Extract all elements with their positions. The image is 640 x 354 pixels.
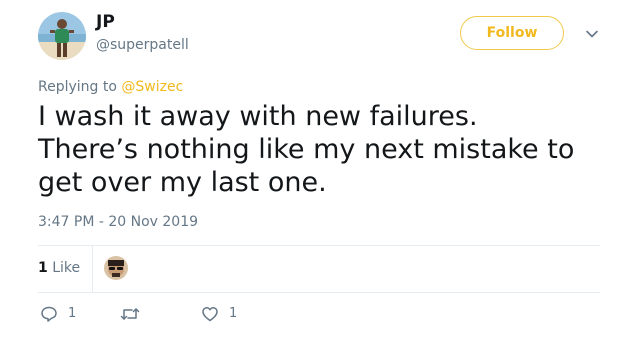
likes-count-number: 1 xyxy=(38,260,48,276)
tweet-text: I wash it away with new failures. There’… xyxy=(38,100,618,199)
reply-count: 1 xyxy=(68,306,77,321)
tweet-text-line: get over my last one. xyxy=(38,167,327,198)
reply-handle-link[interactable]: @Swizec xyxy=(121,79,183,95)
follow-button[interactable]: Follow xyxy=(460,16,564,50)
like-count: 1 xyxy=(229,306,238,321)
chevron-down-icon[interactable] xyxy=(584,26,600,42)
author-avatar[interactable] xyxy=(38,12,86,60)
retweet-icon xyxy=(120,305,140,323)
reply-icon xyxy=(40,305,58,323)
heart-icon xyxy=(201,305,219,323)
tweet-timestamp[interactable]: 3:47 PM - 20 Nov 2019 xyxy=(38,213,198,231)
replying-to-prefix: Replying to xyxy=(38,79,122,95)
like-action[interactable]: 1 xyxy=(201,305,237,323)
tweet-text-line: I wash it away with new failures. xyxy=(38,101,478,132)
stats-separator xyxy=(92,246,93,292)
divider xyxy=(38,245,600,246)
divider xyxy=(38,292,600,293)
tweet-text-line: There’s nothing like my next mistake to xyxy=(38,134,575,165)
retweet-action[interactable] xyxy=(120,305,150,323)
author-username[interactable]: @superpatell xyxy=(96,36,189,54)
likes-count-label: Like xyxy=(52,260,81,276)
tweet-card: JP @superpatell Follow Replying to @Swiz… xyxy=(0,0,640,354)
author-display-name[interactable]: JP xyxy=(96,11,115,33)
replying-to: Replying to @Swizec xyxy=(38,78,183,96)
reply-action[interactable]: 1 xyxy=(40,305,76,323)
liker-avatar[interactable] xyxy=(104,256,128,280)
likes-count[interactable]: 1 Like xyxy=(38,259,80,277)
